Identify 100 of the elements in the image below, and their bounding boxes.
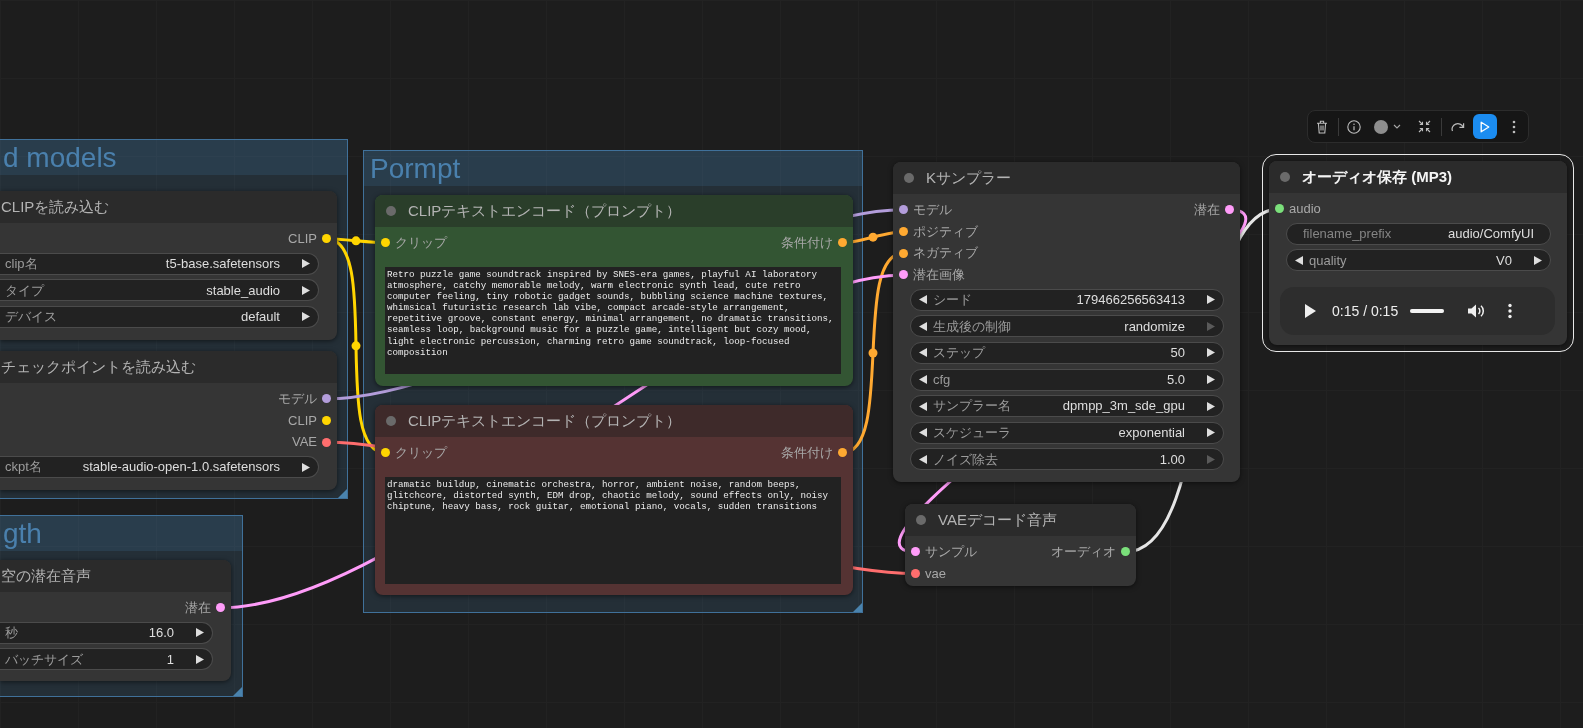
output-slot-icon[interactable] (838, 238, 847, 248)
prompt-text-field[interactable]: dramatic buildup, cinematic orchestra, horror, ambient noise, random beeps, glitchcore, distorted synth, EDM drop, chaotic melody, sound effects only, noisy chiptune, heavy bass, rock guitar, emotional piano, vocals, sudden transitions (385, 477, 841, 584)
number-widget[interactable]: 秒 16.0 (0, 621, 213, 644)
right-arrow-icon[interactable] (1207, 295, 1215, 305)
right-arrow-icon[interactable] (196, 654, 204, 664)
curved-arrow-icon[interactable] (1451, 121, 1465, 132)
slot-label: 潜在画像 (913, 266, 965, 285)
more-options-icon[interactable] (1512, 119, 1516, 134)
input-slot-icon[interactable] (911, 569, 920, 579)
slot-label: ポジティブ (913, 222, 978, 241)
collapse-dot-icon[interactable] (916, 515, 926, 525)
left-arrow-icon[interactable] (919, 401, 927, 411)
play-icon[interactable] (1305, 304, 1316, 319)
more-options-icon[interactable] (1508, 303, 1513, 320)
right-arrow-icon[interactable] (302, 312, 310, 322)
right-arrow-icon[interactable] (302, 259, 310, 269)
widget-label: cfg (933, 370, 951, 389)
input-slot-icon[interactable] (899, 270, 908, 280)
combo-widget[interactable]: ckpt名 stable-audio-open-1.0.safetensors (0, 456, 319, 479)
output-slot-icon[interactable] (1225, 205, 1234, 215)
input-slot-icon[interactable] (911, 547, 920, 557)
info-icon[interactable] (1347, 119, 1361, 134)
group-title: d models (0, 140, 347, 175)
slot-label: CLIP (288, 230, 317, 249)
right-arrow-icon[interactable] (302, 285, 310, 295)
input-slot-icon[interactable] (1275, 204, 1284, 214)
number-widget[interactable]: ステップ 50 (910, 341, 1224, 364)
output-slot-icon[interactable] (322, 416, 331, 426)
widget-label: ckpt名 (5, 458, 42, 477)
left-arrow-icon[interactable] (919, 375, 927, 385)
widget-label: 生成後の制御 (933, 317, 1011, 336)
output-slot-icon[interactable] (838, 448, 847, 458)
caret-icon[interactable] (1393, 124, 1401, 129)
left-arrow-icon[interactable] (919, 321, 927, 331)
link-midpoint-icon[interactable] (351, 236, 361, 246)
widget-value: audio/ComfyUI (1448, 224, 1534, 243)
widget-label: スケジューラ (933, 423, 1011, 442)
resize-handle-icon[interactable] (853, 603, 862, 612)
collapse-dot-icon[interactable] (386, 416, 396, 426)
right-arrow-icon[interactable] (1534, 255, 1542, 265)
right-arrow-icon[interactable] (1207, 401, 1215, 411)
combo-widget[interactable]: サンプラー名 dpmpp_3m_sde_gpu (910, 395, 1224, 418)
right-arrow-icon[interactable] (1207, 375, 1215, 385)
output-slot-icon[interactable] (322, 437, 331, 447)
widget-value: 179466256563413 (1076, 291, 1185, 309)
number-widget[interactable]: シード 179466256563413 (910, 288, 1224, 311)
right-arrow-icon[interactable] (196, 628, 204, 638)
number-widget[interactable]: ノイズ除去 1.00 (910, 448, 1224, 471)
resize-handle-icon[interactable] (338, 489, 347, 498)
left-arrow-icon[interactable] (1295, 255, 1303, 265)
combo-widget[interactable]: clip名 t5-base.safetensors (0, 252, 319, 275)
right-arrow-icon[interactable] (302, 462, 310, 472)
left-arrow-icon[interactable] (919, 454, 927, 464)
right-arrow-icon[interactable] (1207, 428, 1215, 438)
slot-label: 潜在 (1194, 201, 1220, 220)
input-slot-icon[interactable] (381, 448, 390, 458)
collapse-dot-icon[interactable] (386, 206, 396, 216)
output-slot-icon[interactable] (1121, 547, 1130, 557)
slot-label: 条件付け (781, 234, 833, 253)
output-slot-icon[interactable] (216, 603, 225, 613)
resize-handle-icon[interactable] (233, 687, 242, 696)
text-widget[interactable]: filename_prefix audio/ComfyUI (1286, 222, 1551, 245)
combo-widget[interactable]: スケジューラ exponential (910, 421, 1224, 444)
prompt-text-field[interactable]: Retro puzzle game soundtrack inspired by SNES-era games, playful AI laboratory atmosphere, catchy memorable melody, warm electronic synth lead, cute retro computer feeling, tiny robotic gadget sounds, bubbling science machine textures, whimsical futuristic research lab vibe, compact arcade-style arrangement, repetitive groove, constant energy, minimal arrangement, no dramatic transitions, seamless loop, background music for a puzzle game, intelligent but cozy mood, light electronic percussion, charming retro game soundtrack, loop-focused composition (385, 267, 841, 374)
link-midpoint-icon[interactable] (868, 348, 878, 358)
slot-label: モデル (913, 201, 952, 220)
link-midpoint-icon[interactable] (351, 341, 361, 351)
left-arrow-icon[interactable] (919, 428, 927, 438)
input-slot-icon[interactable] (899, 205, 908, 215)
collapse-dot-icon[interactable] (1280, 172, 1290, 182)
collapse-dot-icon[interactable] (904, 173, 914, 183)
output-slot-icon[interactable] (322, 234, 331, 244)
left-arrow-icon[interactable] (919, 348, 927, 358)
widget-value: 5.0 (1166, 370, 1185, 389)
number-widget[interactable]: バッチサイズ 1 (0, 648, 213, 671)
input-slot-icon[interactable] (381, 238, 390, 248)
link-midpoint-icon[interactable] (868, 232, 878, 242)
combo-widget[interactable]: タイプ stable_audio (0, 279, 319, 302)
widget-value: 1.00 (1159, 450, 1185, 469)
widget-label: filename_prefix (1303, 224, 1392, 243)
volume-icon[interactable] (1467, 303, 1487, 320)
input-slot-icon[interactable] (899, 248, 908, 258)
input-slot-icon[interactable] (899, 227, 908, 237)
combo-widget[interactable]: 生成後の制御 randomize (910, 315, 1224, 338)
collapse-icon[interactable] (1418, 120, 1431, 133)
combo-widget[interactable]: quality V0 (1286, 249, 1551, 272)
left-arrow-icon[interactable] (919, 295, 927, 305)
widget-label: 秒 (5, 623, 18, 642)
widget-label: サンプラー名 (933, 397, 1011, 416)
right-arrow-icon[interactable] (1207, 348, 1215, 358)
progress-track[interactable] (1410, 309, 1445, 314)
run-button[interactable] (1473, 114, 1497, 139)
widget-label: バッチサイズ (5, 650, 83, 669)
node-title: CLIPを読み込む (1, 196, 110, 217)
number-widget[interactable]: cfg 5.0 (910, 368, 1224, 391)
output-slot-icon[interactable] (322, 394, 331, 404)
combo-widget[interactable]: デバイス default (0, 305, 319, 328)
widget-value: randomize (1124, 317, 1185, 336)
trash-icon[interactable] (1316, 119, 1328, 134)
color-swatch-icon[interactable] (1374, 119, 1388, 134)
